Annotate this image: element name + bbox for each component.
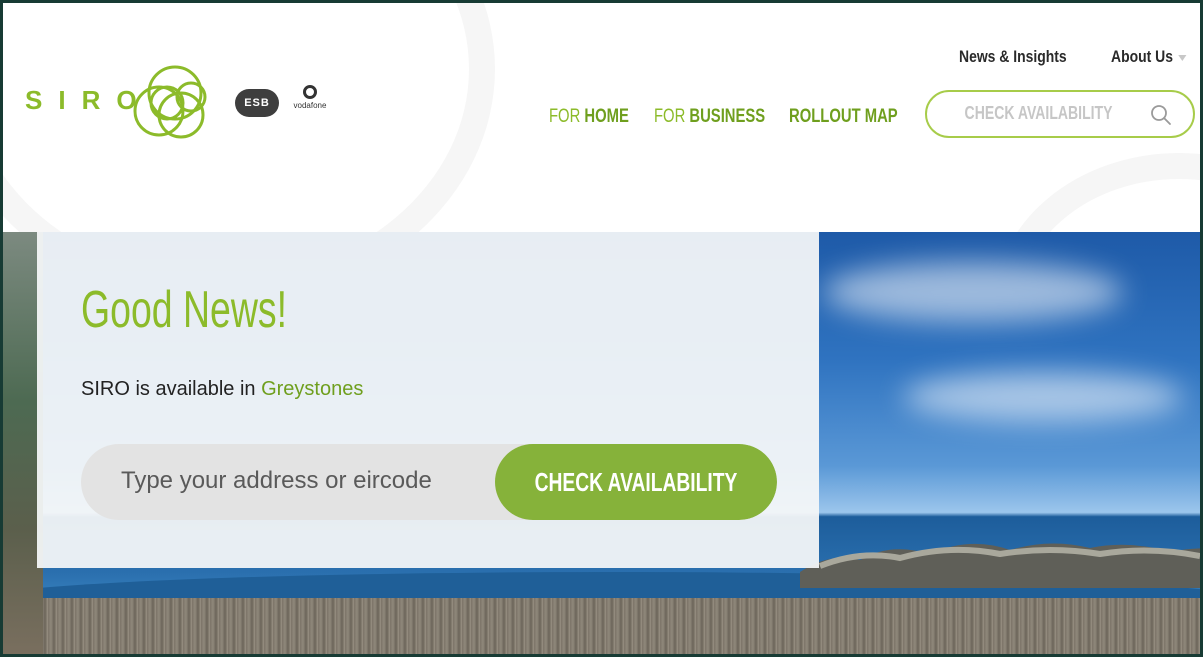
news-insights-link[interactable]: News & Insights bbox=[959, 47, 1067, 67]
availability-panel: Good News! SIRO is available in Greyston… bbox=[37, 232, 819, 568]
site-header: SIRO ESB vodafone News & Insights About … bbox=[3, 3, 1200, 232]
chevron-down-icon bbox=[1177, 54, 1187, 61]
search-icon[interactable] bbox=[1149, 103, 1173, 127]
esb-logo: ESB bbox=[235, 89, 279, 117]
about-us-menu[interactable]: About Us bbox=[1111, 47, 1187, 67]
hero-banner: Good News! SIRO is available in Greyston… bbox=[3, 232, 1200, 654]
header-search-input[interactable] bbox=[963, 102, 1115, 125]
nav-prefix: FOR bbox=[549, 106, 581, 127]
address-input[interactable] bbox=[119, 466, 503, 496]
browser-frame: SIRO ESB vodafone News & Insights About … bbox=[0, 0, 1203, 657]
nav-rollout-map[interactable]: ROLLOUT MAP bbox=[789, 106, 898, 128]
availability-message: SIRO is available in Greystones bbox=[81, 378, 363, 401]
button-label: CHECK AVAILABILITY bbox=[534, 466, 738, 497]
check-availability-button[interactable]: CHECK AVAILABILITY bbox=[495, 444, 777, 520]
sky-cloud bbox=[903, 372, 1183, 422]
vodafone-logo: vodafone bbox=[285, 85, 335, 121]
breakwater-rocks bbox=[800, 543, 1200, 588]
hero-title: Good News! bbox=[81, 281, 288, 339]
sky-cloud bbox=[823, 262, 1123, 322]
header-search bbox=[925, 90, 1195, 138]
logo-rings-icon bbox=[133, 65, 207, 139]
town-name: Greystones bbox=[261, 378, 364, 400]
nav-label: BUSINESS bbox=[689, 106, 766, 127]
vodafone-icon bbox=[303, 85, 317, 99]
pebble-beach bbox=[3, 598, 1200, 654]
nav-prefix: FOR bbox=[654, 106, 686, 127]
nav-label: HOME bbox=[584, 106, 629, 127]
about-us-label: About Us bbox=[1111, 47, 1173, 66]
nav-for-business[interactable]: FOR BUSINESS bbox=[654, 106, 765, 128]
address-search-bar: CHECK AVAILABILITY bbox=[81, 444, 777, 520]
nav-for-home[interactable]: FOR HOME bbox=[549, 106, 629, 128]
nav-label: ROLLOUT MAP bbox=[789, 106, 898, 127]
vodafone-wordmark: vodafone bbox=[293, 101, 327, 110]
decorative-ring bbox=[993, 153, 1200, 232]
siro-logo[interactable]: SIRO ESB vodafone bbox=[23, 59, 343, 159]
availability-text: SIRO is available in bbox=[81, 378, 256, 400]
